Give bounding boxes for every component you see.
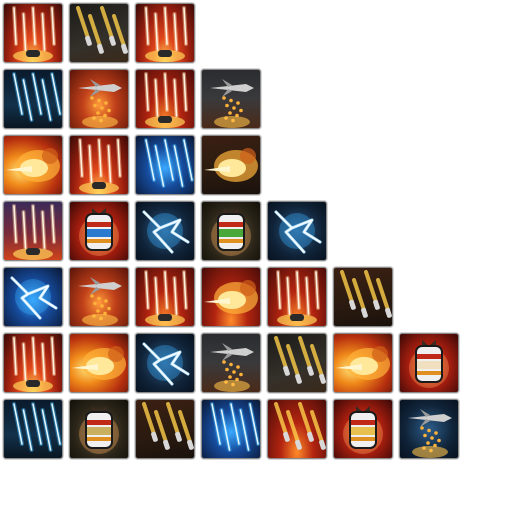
blue-streaks-icon: [12, 402, 62, 452]
skill-icon-tile: [3, 399, 63, 459]
skill-icon-tile: [399, 399, 459, 459]
rockets-red-icon: [276, 270, 320, 326]
bomb-icon: [79, 208, 119, 256]
skill-icon-tile: [69, 3, 129, 63]
skill-icon-tile: [69, 135, 129, 195]
skill-icon-tile: [201, 201, 261, 261]
skill-icon-tile: [135, 69, 195, 129]
bomb-icon: [409, 340, 449, 388]
skill-icon-tile: [135, 333, 195, 393]
skill-icon-tile: [333, 333, 393, 393]
rockets-red-icon: [12, 6, 56, 62]
skill-icon-tile: [69, 201, 129, 261]
skill-icon-tile: [69, 333, 129, 393]
missile-barrage-gold-icon: [76, 6, 128, 54]
skill-icon-tile: [399, 333, 459, 393]
skill-icon-tile: [267, 333, 327, 393]
skill-icon-tile: [3, 333, 63, 393]
skill-icon-tile: [135, 3, 195, 63]
bomb-icon: [343, 406, 383, 454]
fire-blast-icon: [336, 346, 390, 380]
fire-blast-icon: [204, 280, 258, 314]
skill-icon-tile: [135, 399, 195, 459]
missile-barrage-gold-icon: [340, 270, 392, 318]
jet-bombing-icon: [408, 409, 452, 458]
lightning-icon: [142, 210, 190, 254]
skill-icon-tile: [69, 399, 129, 459]
rockets-red-icon: [144, 6, 188, 62]
skill-icon-tile: [3, 135, 63, 195]
jet-bombing-icon: [210, 343, 254, 392]
missile-barrage-gold-icon: [274, 336, 326, 384]
lightning-icon: [274, 210, 322, 254]
skill-icon-tile: [69, 267, 129, 327]
rockets-red-icon: [144, 72, 188, 128]
fire-blast-icon: [204, 148, 258, 182]
lightning-icon: [10, 276, 58, 320]
blue-streaks-icon: [12, 72, 62, 122]
rockets-purple-icon: [12, 204, 56, 260]
rockets-red-icon: [144, 270, 188, 326]
skill-icon-tile: [3, 201, 63, 261]
skill-icon-tile: [3, 267, 63, 327]
missile-barrage-gold-icon: [142, 402, 194, 450]
skill-icon-tile: [201, 267, 261, 327]
skill-icon-tile: [135, 135, 195, 195]
fire-blast-icon: [6, 148, 60, 182]
skill-icon-tile: [69, 69, 129, 129]
rockets-red-icon: [12, 336, 56, 392]
missile-barrage-gold-icon: [274, 402, 326, 450]
fire-blast-icon: [72, 346, 126, 380]
lightning-icon: [142, 342, 190, 386]
icon-sprite-sheet: [0, 0, 512, 512]
skill-icon-tile: [3, 69, 63, 129]
bomb-icon: [211, 208, 251, 256]
skill-icon-tile: [267, 399, 327, 459]
skill-icon-tile: [267, 201, 327, 261]
skill-icon-tile: [135, 201, 195, 261]
jet-bombing-icon: [78, 79, 122, 128]
skill-icon-tile: [333, 267, 393, 327]
skill-icon-tile: [201, 69, 261, 129]
bomb-icon: [79, 406, 119, 454]
skill-icon-tile: [201, 399, 261, 459]
skill-icon-tile: [333, 399, 393, 459]
jet-bombing-icon: [78, 277, 122, 326]
skill-icon-tile: [267, 267, 327, 327]
blue-streaks-icon: [210, 402, 260, 452]
jet-bombing-icon: [210, 79, 254, 128]
skill-icon-tile: [135, 267, 195, 327]
skill-icon-tile: [201, 135, 261, 195]
skill-icon-tile: [3, 3, 63, 63]
blue-streaks-icon: [144, 138, 194, 188]
skill-icon-tile: [201, 333, 261, 393]
rockets-red-icon: [78, 138, 122, 194]
